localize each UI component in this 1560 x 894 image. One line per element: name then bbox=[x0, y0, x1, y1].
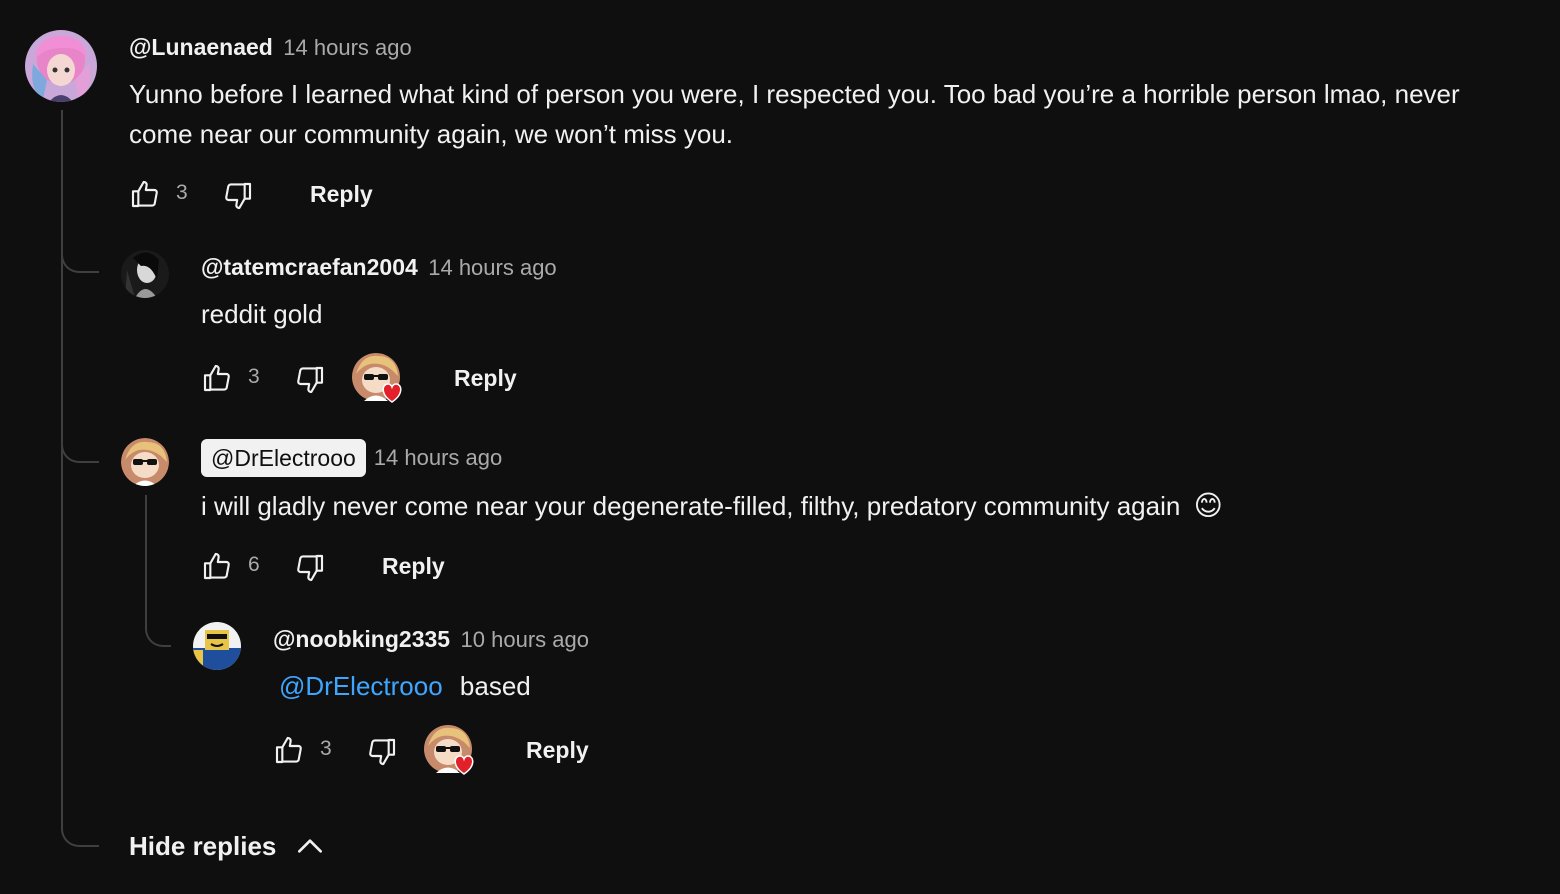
thread-line-main bbox=[61, 110, 63, 810]
commenter-avatar[interactable] bbox=[25, 30, 97, 102]
thread-branch-3 bbox=[145, 495, 171, 647]
roblox-noob-avatar-icon bbox=[193, 622, 241, 670]
thumbs-up-icon[interactable] bbox=[201, 550, 233, 582]
comment-timestamp[interactable]: 14 hours ago bbox=[374, 445, 502, 471]
smiling-face-emoji: 😊 bbox=[1193, 490, 1223, 521]
comment-actions: 6 Reply bbox=[201, 546, 501, 586]
like-count: 3 bbox=[248, 365, 260, 388]
comment-actions: 3 Reply bbox=[129, 176, 429, 212]
comment-actions: 3 Reply bbox=[201, 352, 541, 404]
comment-timestamp[interactable]: 14 hours ago bbox=[428, 255, 556, 280]
reply-button[interactable]: Reply bbox=[382, 553, 445, 580]
comment-text: reddit gold bbox=[201, 299, 323, 329]
thumbs-down-icon[interactable] bbox=[294, 552, 326, 584]
hide-replies-button[interactable]: Hide replies bbox=[129, 826, 326, 866]
creator-avatar[interactable] bbox=[121, 438, 169, 486]
comment-text: i will gladly never come near your degen… bbox=[201, 486, 1223, 526]
like-count: 3 bbox=[320, 737, 332, 760]
hide-replies-label: Hide replies bbox=[129, 830, 277, 861]
reply-button[interactable]: Reply bbox=[526, 737, 589, 764]
commenter-avatar[interactable] bbox=[121, 250, 169, 298]
creator-avatar-heart-icon bbox=[352, 353, 402, 403]
thumbs-down-icon[interactable] bbox=[222, 180, 254, 212]
commenter-avatar[interactable] bbox=[193, 622, 241, 670]
comment-author[interactable]: @noobking2335 bbox=[273, 626, 450, 652]
comment-text: Yunno before I learned what kind of pers… bbox=[129, 74, 1460, 154]
thumbs-down-icon[interactable] bbox=[294, 364, 326, 396]
thread-branch-2 bbox=[61, 428, 99, 463]
reply-button[interactable]: Reply bbox=[310, 181, 373, 208]
like-count: 6 bbox=[248, 553, 260, 576]
comment-author[interactable]: @Lunaenaed bbox=[129, 34, 273, 60]
cartoon-blonde-sunglasses-avatar-icon bbox=[121, 438, 169, 486]
creator-heart-badge bbox=[352, 352, 408, 404]
mention-link[interactable]: @DrElectrooo bbox=[279, 671, 443, 701]
creator-heart-badge bbox=[424, 724, 480, 776]
creator-author-chip[interactable]: @DrElectrooo bbox=[201, 439, 366, 477]
comment-text-body: based bbox=[459, 671, 531, 701]
thumbs-up-icon[interactable] bbox=[129, 178, 161, 210]
comment-actions: 3 Reply bbox=[273, 724, 613, 776]
comment-text-line: Yunno before I learned what kind of pers… bbox=[129, 79, 1460, 109]
thread-branch-end bbox=[61, 810, 99, 847]
comment-text-line: come near our community again, we won’t … bbox=[129, 119, 734, 149]
thumbs-up-icon[interactable] bbox=[201, 362, 233, 394]
reply-button[interactable]: Reply bbox=[454, 365, 517, 392]
chevron-up-icon bbox=[298, 839, 323, 853]
comment-author[interactable]: @tatemcraefan2004 bbox=[201, 254, 418, 280]
creator-avatar-heart-icon bbox=[424, 725, 474, 775]
thumbs-down-icon[interactable] bbox=[366, 736, 398, 768]
anime-girl-avatar-icon bbox=[25, 30, 97, 102]
dark-figure-avatar-icon bbox=[121, 250, 169, 298]
comment-text-body: i will gladly never come near your degen… bbox=[201, 491, 1181, 521]
comment-timestamp[interactable]: 14 hours ago bbox=[283, 35, 411, 60]
comment-timestamp[interactable]: 10 hours ago bbox=[461, 627, 589, 652]
like-count: 3 bbox=[176, 181, 188, 204]
thread-branch-1 bbox=[61, 238, 99, 273]
thumbs-up-icon[interactable] bbox=[273, 734, 305, 766]
comment-text: @DrElectrooo based bbox=[279, 666, 531, 706]
